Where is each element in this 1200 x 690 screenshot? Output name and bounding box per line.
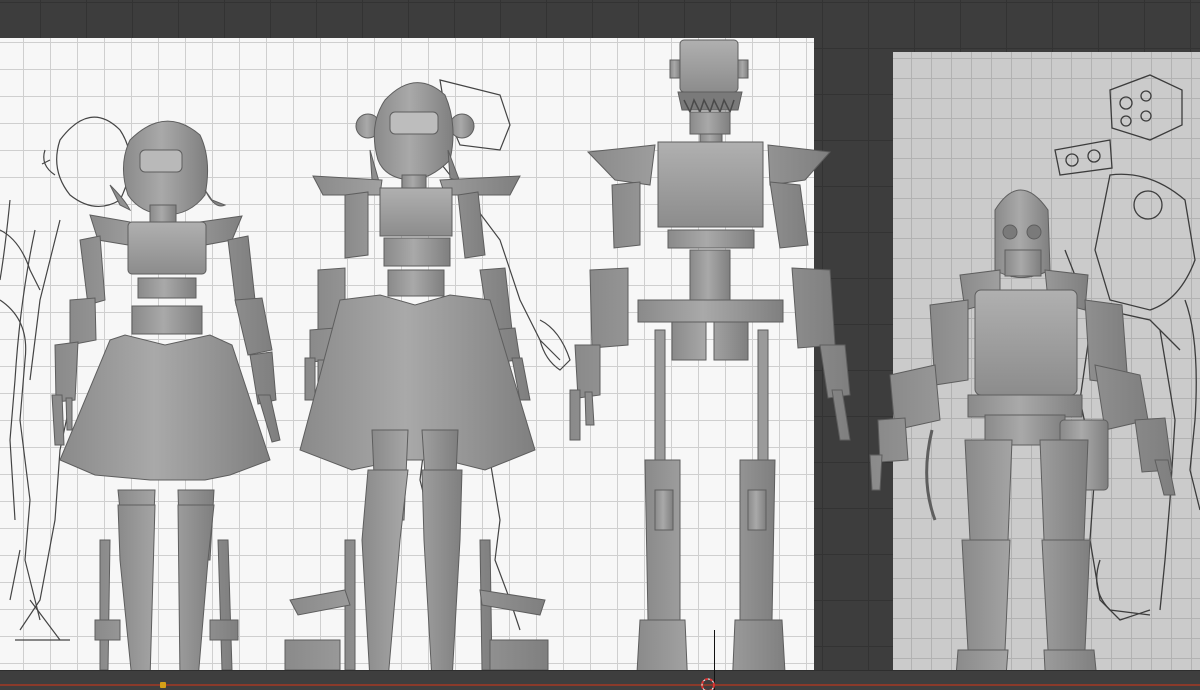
timeline-range-line (0, 684, 1200, 686)
model-girl-robot-bun-hair[interactable] (284, 82, 549, 681)
keyframe-marker[interactable] (160, 682, 166, 688)
viewport-scene (51, 39, 1176, 690)
model-tv-head-robot[interactable] (569, 39, 851, 690)
model-girl-robot-short-hair[interactable] (51, 120, 281, 681)
3d-cursor-icon[interactable] (699, 676, 717, 690)
model-diver-helmet-robot[interactable] (869, 189, 1176, 690)
3d-viewport[interactable] (0, 0, 1200, 690)
timeline-strip[interactable] (0, 670, 1200, 690)
